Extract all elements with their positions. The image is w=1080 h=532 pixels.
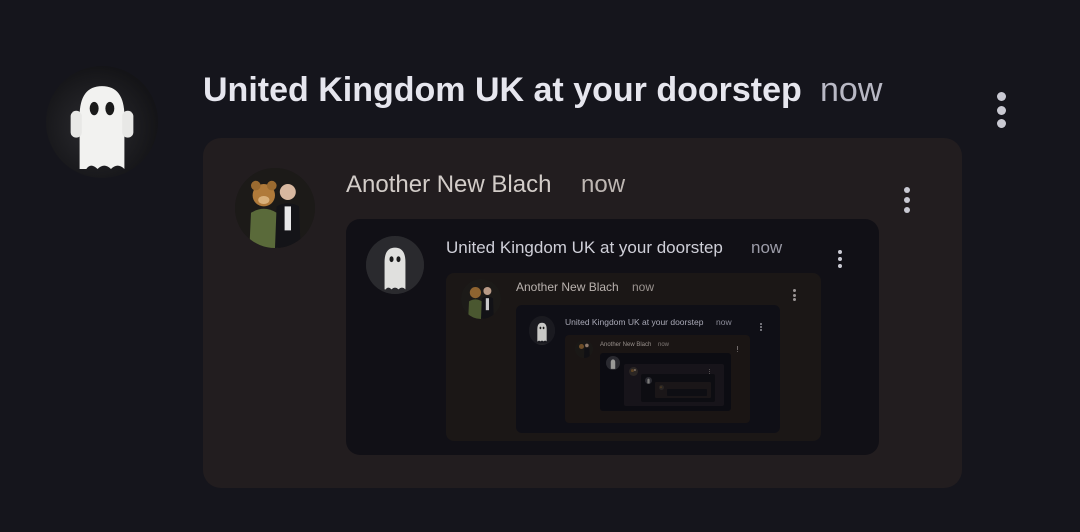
mascot-photo-avatar-icon[interactable]	[235, 168, 315, 248]
mascot-photo-avatar-icon[interactable]	[629, 367, 638, 376]
more-options-icon[interactable]	[836, 250, 844, 268]
mascot-photo-avatar-icon[interactable]	[461, 279, 501, 319]
ghost-avatar-icon[interactable]	[529, 316, 555, 345]
more-options-icon[interactable]	[994, 92, 1008, 128]
more-options-icon[interactable]	[901, 187, 913, 213]
ghost-avatar-icon[interactable]	[366, 236, 424, 294]
mascot-photo-avatar-icon[interactable]	[659, 385, 664, 390]
ghost-avatar-icon[interactable]	[606, 356, 620, 370]
post-timestamp: now	[716, 317, 732, 327]
post-timestamp: now	[751, 238, 783, 257]
post-author[interactable]: United Kingdom UK at your doorstep	[203, 68, 802, 112]
post-author[interactable]: Another New Blach	[346, 170, 551, 200]
more-options-icon[interactable]	[791, 289, 797, 301]
ghost-avatar-icon[interactable]	[46, 66, 158, 178]
mascot-photo-avatar-icon[interactable]	[575, 340, 593, 358]
post-author[interactable]: Another New Blach	[516, 280, 619, 295]
more-options-icon[interactable]	[736, 346, 739, 352]
post-author[interactable]: Another New Blach	[600, 341, 651, 349]
post-timestamp: now	[632, 280, 655, 294]
quoted-post-card[interactable]	[667, 389, 707, 396]
post-author[interactable]: United Kingdom UK at your doorstep	[565, 317, 703, 328]
post-author[interactable]: United Kingdom UK at your doorstep	[446, 237, 723, 259]
more-options-icon[interactable]	[759, 323, 763, 331]
post-timestamp: now	[820, 71, 883, 109]
post-timestamp: now	[658, 342, 670, 348]
ghost-avatar-icon[interactable]	[645, 377, 652, 384]
post-timestamp: now	[581, 171, 626, 198]
